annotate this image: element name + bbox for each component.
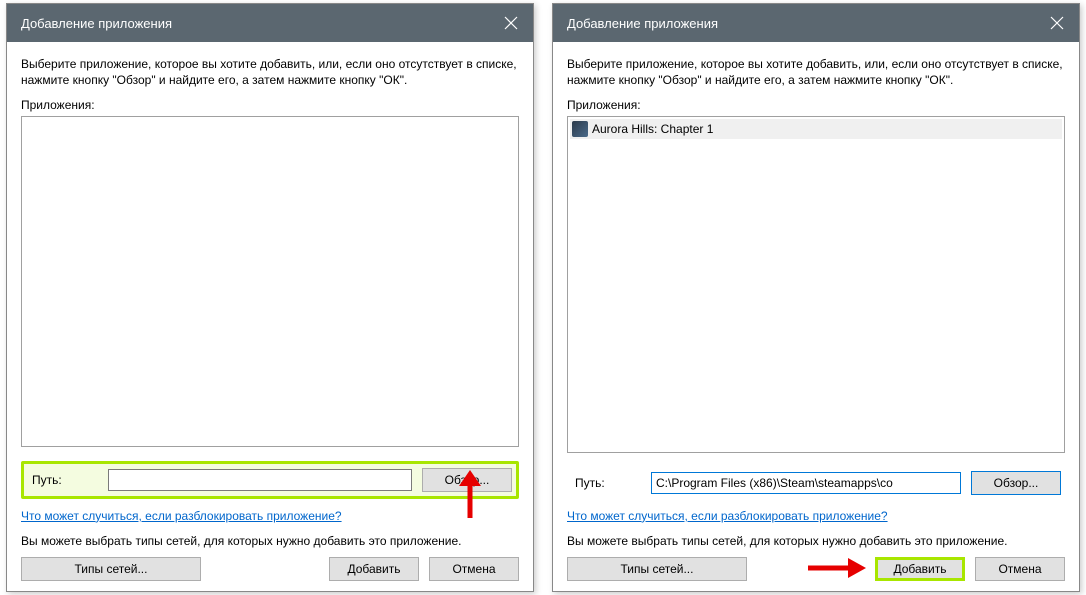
path-input[interactable] [108,469,412,491]
bottom-button-row: Типы сетей... Добавить Отмена [567,557,1065,581]
browse-button[interactable]: Обзор... [422,468,512,492]
path-label: Путь: [28,473,108,487]
browse-button[interactable]: Обзор... [971,471,1061,495]
close-button[interactable] [489,4,533,42]
cancel-button[interactable]: Отмена [429,557,519,581]
path-row: Путь: Обзор... [21,461,519,499]
unblock-info-link[interactable]: Что может случиться, если разблокировать… [21,509,519,523]
network-info-text: Вы можете выбрать типы сетей, для которы… [567,533,1065,549]
list-item[interactable]: Aurora Hills: Chapter 1 [570,119,1062,139]
dialog-title: Добавление приложения [21,16,489,31]
network-info-text: Вы можете выбрать типы сетей, для которы… [21,533,519,549]
cancel-button[interactable]: Отмена [975,557,1065,581]
titlebar: Добавление приложения [7,4,533,42]
unblock-info-link[interactable]: Что может случиться, если разблокировать… [567,509,1065,523]
intro-text: Выберите приложение, которое вы хотите д… [21,56,519,88]
apps-label: Приложения: [21,98,519,112]
list-item-label: Aurora Hills: Chapter 1 [592,122,713,136]
close-icon [1050,16,1064,30]
dialog-title: Добавление приложения [567,16,1035,31]
add-app-dialog-right: Добавление приложения Выберите приложени… [552,3,1080,592]
apps-listbox[interactable]: Aurora Hills: Chapter 1 [567,116,1065,452]
close-icon [504,16,518,30]
dialog-body: Выберите приложение, которое вы хотите д… [7,42,533,591]
add-app-dialog-left: Добавление приложения Выберите приложени… [6,3,534,592]
close-button[interactable] [1035,4,1079,42]
path-label: Путь: [571,476,651,490]
network-types-button[interactable]: Типы сетей... [21,557,201,581]
path-row: Путь: Обзор... [567,467,1065,499]
apps-listbox[interactable] [21,116,519,446]
app-icon [572,121,588,137]
titlebar: Добавление приложения [553,4,1079,42]
path-input[interactable] [651,472,961,494]
add-button[interactable]: Добавить [875,557,965,581]
add-button[interactable]: Добавить [329,557,419,581]
bottom-button-row: Типы сетей... Добавить Отмена [21,557,519,581]
dialog-body: Выберите приложение, которое вы хотите д… [553,42,1079,591]
network-types-button[interactable]: Типы сетей... [567,557,747,581]
apps-label: Приложения: [567,98,1065,112]
intro-text: Выберите приложение, которое вы хотите д… [567,56,1065,88]
